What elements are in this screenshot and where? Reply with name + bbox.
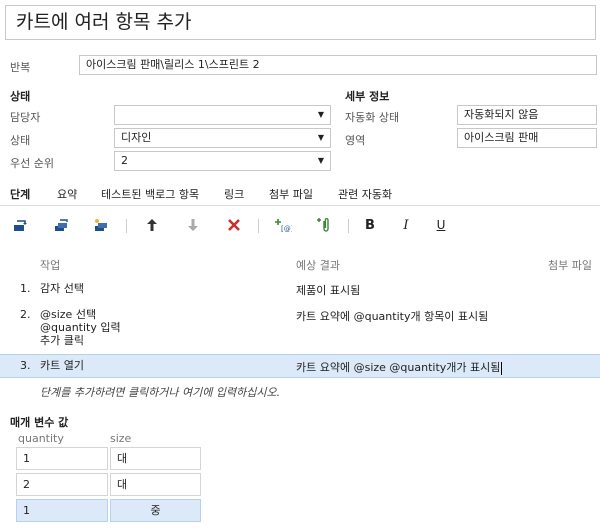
step-number: 1. (20, 282, 31, 295)
step-expected[interactable]: 카트 요약에 @quantity개 항목이 표시됨 (296, 308, 488, 324)
param-cell-size[interactable]: 대 (110, 447, 201, 470)
area-label: 영역 (345, 134, 366, 147)
column-header-attachments: 첨부 파일 (548, 259, 592, 272)
add-step-hint[interactable]: 단계를 추가하려면 클릭하거나 여기에 입력하십시오. (40, 384, 280, 400)
move-up-icon[interactable] (143, 216, 161, 234)
param-cell-quantity[interactable]: 1 (16, 499, 108, 522)
priority-value: 2 (121, 154, 128, 167)
state-label: 상태 (10, 134, 31, 147)
step-action[interactable]: @size 선택 @quantity 입력 추가 클릭 (40, 308, 121, 347)
step-expected[interactable]: 카트 요약에 @size @quantity개가 표시됨 (296, 359, 503, 375)
step-action[interactable]: 카트 열기 (40, 359, 84, 372)
step-number: 3. (20, 359, 31, 372)
create-shared-steps-icon[interactable] (93, 216, 111, 234)
param-cell-size[interactable]: 중 (110, 499, 201, 522)
assigned-dropdown[interactable]: ▼ (114, 105, 331, 125)
tab-links[interactable]: 링크 (224, 186, 244, 202)
insert-step-icon[interactable] (12, 216, 30, 234)
param-header-quantity: quantity (18, 432, 64, 445)
title-field[interactable]: 카트에 여러 항목 추가 (5, 5, 596, 40)
toolbar-divider (348, 219, 349, 233)
tab-steps[interactable]: 단계 (10, 186, 30, 202)
parameter-values-heading: 매개 변수 값 (10, 416, 69, 429)
svg-text:[@]: [@] (281, 225, 292, 232)
insert-shared-steps-icon[interactable] (53, 216, 71, 234)
step-number: 2. (20, 308, 31, 321)
italic-button[interactable]: I (397, 216, 415, 234)
text-cursor (501, 361, 503, 375)
step-action[interactable]: 감자 선택 (40, 282, 84, 295)
toolbar-divider (126, 219, 127, 233)
area-field[interactable]: 아이스크림 판매 (457, 128, 597, 148)
tab-attachments[interactable]: 첨부 파일 (269, 186, 313, 202)
bold-button[interactable]: B (361, 216, 379, 234)
param-cell-size[interactable]: 대 (110, 473, 201, 496)
chevron-down-icon: ▼ (317, 156, 324, 165)
param-cell-quantity[interactable]: 1 (16, 447, 108, 470)
toolbar-divider (258, 219, 259, 233)
status-heading: 상태 (10, 90, 31, 103)
step-row[interactable]: 1. 감자 선택 제품이 표시됨 (0, 282, 600, 304)
param-header-size: size (110, 432, 132, 445)
tab-associated-automation[interactable]: 관련 자동화 (338, 186, 392, 202)
steps-toolbar: [@] B I U (0, 210, 600, 240)
delete-icon[interactable] (225, 216, 243, 234)
details-heading: 세부 정보 (345, 90, 390, 103)
automation-field: 자동화되지 않음 (457, 105, 597, 125)
param-cell-quantity[interactable]: 2 (16, 473, 108, 496)
tab-bar: 단계 요약 테스트된 백로그 항목 링크 첨부 파일 관련 자동화 (0, 180, 600, 206)
tab-summary[interactable]: 요약 (57, 186, 77, 202)
step-expected[interactable]: 제품이 표시됨 (296, 282, 360, 298)
priority-dropdown[interactable]: 2 ▼ (114, 151, 331, 171)
chevron-down-icon: ▼ (317, 133, 324, 142)
iteration-field[interactable]: 아이스크림 판매\릴리스 1\스프린트 2 (79, 55, 597, 75)
step-row-selected[interactable]: 3. 카트 열기 카트 요약에 @size @quantity개가 표시됨 (0, 354, 600, 378)
automation-label: 자동화 상태 (345, 111, 400, 124)
tab-tested-backlog[interactable]: 테스트된 백로그 항목 (101, 186, 199, 202)
move-down-icon[interactable] (184, 216, 202, 234)
column-header-action: 작업 (40, 259, 61, 272)
step-row[interactable]: 2. @size 선택 @quantity 입력 추가 클릭 카트 요약에 @q… (0, 308, 600, 350)
underline-button[interactable]: U (432, 216, 450, 234)
attachment-icon[interactable] (315, 216, 333, 234)
chevron-down-icon: ▼ (317, 110, 324, 119)
column-header-expected: 예상 결과 (296, 259, 340, 272)
state-value: 디자인 (121, 131, 152, 144)
state-dropdown[interactable]: 디자인 ▼ (114, 128, 331, 148)
priority-label: 우선 순위 (10, 157, 54, 170)
insert-parameter-icon[interactable]: [@] (274, 216, 292, 234)
assigned-label: 담당자 (10, 111, 41, 124)
iteration-label: 반복 (10, 61, 31, 74)
